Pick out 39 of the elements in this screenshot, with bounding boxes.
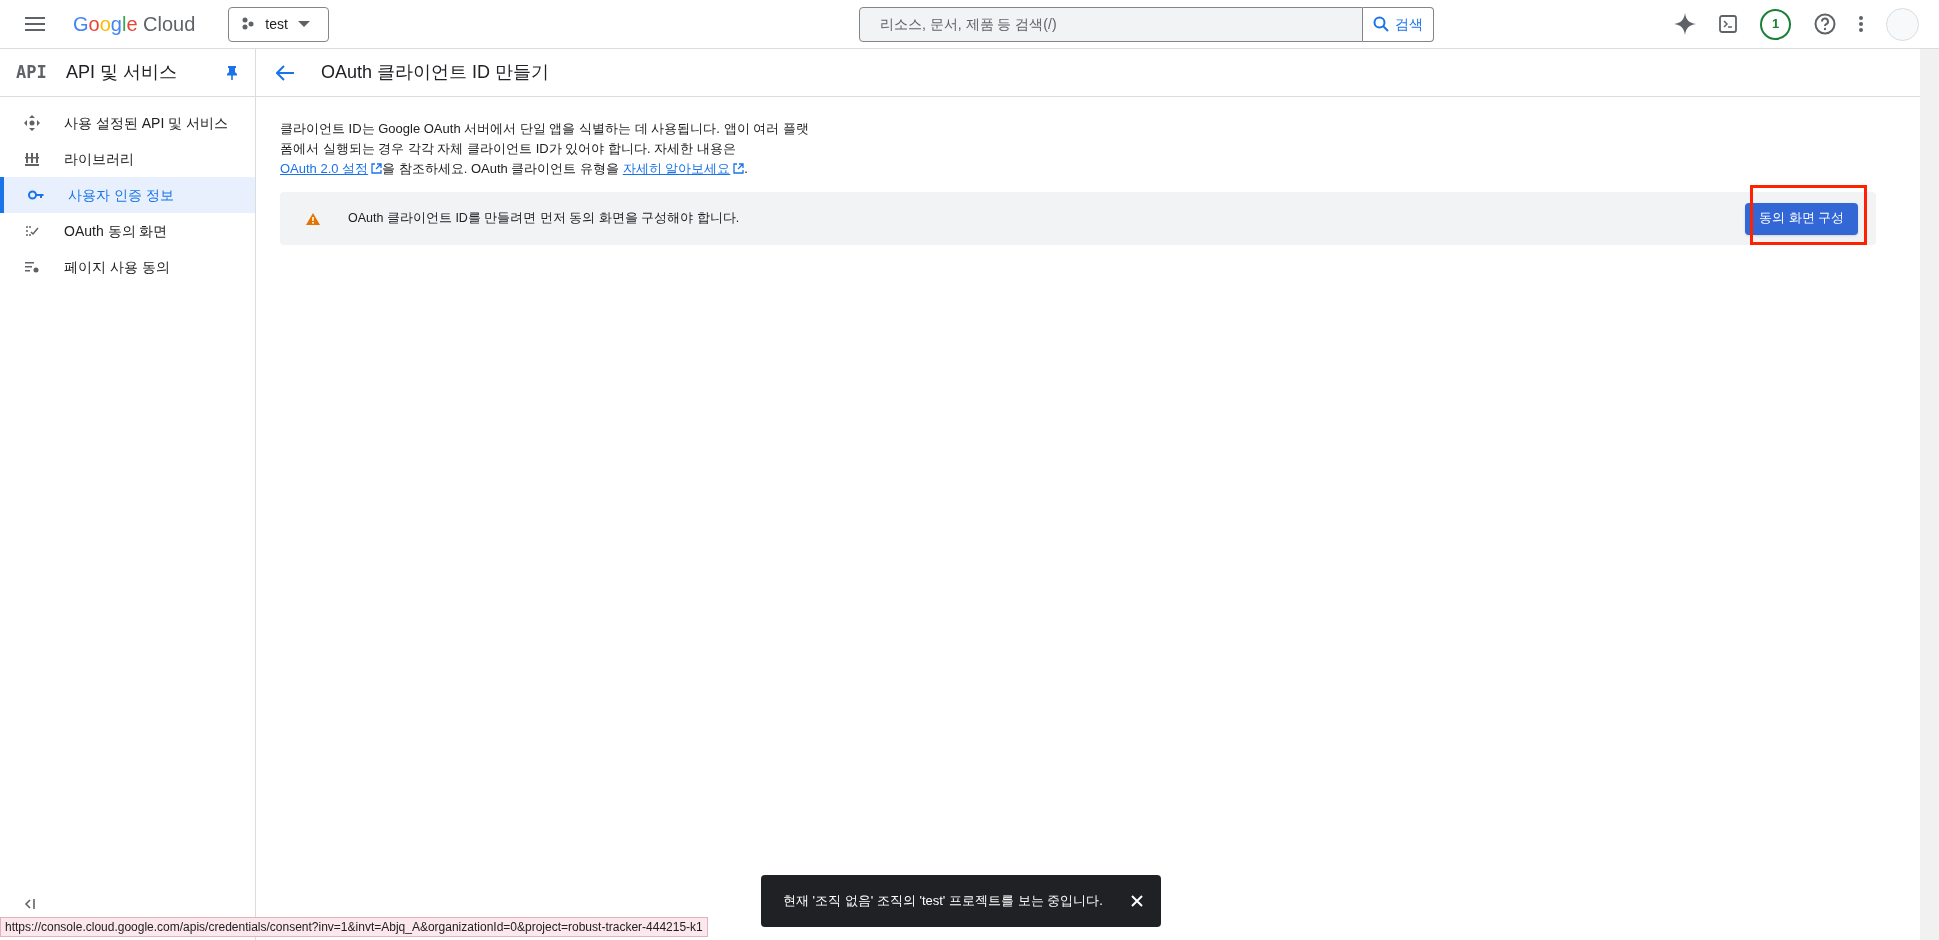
page-title: OAuth 클라이언트 ID 만들기 — [321, 61, 550, 84]
sidebar-item[interactable]: 사용 설정된 API 및 서비스 — [0, 105, 255, 141]
sidebar-title: API 및 서비스 — [66, 61, 178, 84]
help-icon[interactable] — [1814, 13, 1836, 35]
description-text: 클라이언트 ID는 Google OAuth 서버에서 단일 앱을 식별하는 데 사용됩니다. 앱이 여러 플랫폼에서 실행되는 경우 각각 자체 클라이언트 ID가 있어야 합니다. 자세한 내용은 OAuth 2.0 설정 을 참조하세요. OAuth 클라이언트 유형을 자세히 알아보세요 . — [280, 120, 810, 178]
sidebar-item[interactable]: 페이지 사용 동의 — [0, 249, 255, 285]
collapse-icon[interactable] — [24, 898, 36, 910]
sparkle-icon[interactable] — [1674, 13, 1696, 35]
project-picker[interactable]: test — [228, 6, 330, 42]
back-arrow-icon[interactable] — [276, 64, 294, 81]
terminal-icon[interactable] — [1719, 15, 1737, 33]
dotted-check-icon — [24, 223, 40, 239]
snackbar-message: 현재 '조직 없음' 조직의 'test' 프로젝트를 보는 중입니다. — [783, 892, 1104, 911]
list-settings-icon — [24, 259, 40, 275]
google-cloud-logo[interactable]: Google Cloud — [73, 9, 196, 39]
project-dots-icon — [241, 17, 256, 31]
search-field[interactable]: 리소스, 문서, 제품 등 검색(/) — [859, 6, 1363, 42]
external-link-icon — [733, 163, 745, 174]
close-icon[interactable] — [1131, 895, 1143, 907]
status-url: https://console.cloud.google.com/apis/credentials/consent?inv=1&invt=Abjq_A&organizationId=0&project=robust-tracker-444215-k1 — [0, 917, 708, 937]
sidebar-item[interactable]: OAuth 동의 화면 — [0, 213, 255, 249]
sidebar-item[interactable]: 라이브러리 — [0, 141, 255, 177]
external-link-icon — [371, 163, 383, 174]
api-logo: API — [16, 60, 48, 84]
search-icon — [1373, 16, 1389, 32]
dropdown-caret-icon — [297, 21, 310, 27]
library-icon — [24, 151, 40, 167]
menu-icon[interactable] — [25, 17, 45, 31]
notification-badge[interactable]: 1 — [1760, 8, 1791, 40]
external-link[interactable]: OAuth 2.0 설정 — [280, 161, 383, 176]
pin-icon[interactable] — [227, 65, 237, 80]
more-vert-icon[interactable] — [1859, 16, 1863, 32]
configure-consent-button[interactable]: 동의 화면 구성 — [1745, 202, 1858, 235]
sidebar-item[interactable]: 사용자 인증 정보 — [0, 177, 255, 213]
external-link[interactable]: 자세히 알아보세요 — [622, 161, 745, 176]
search-button[interactable]: 검색 — [1363, 6, 1434, 42]
move-arrows-icon — [24, 115, 40, 131]
warning-icon — [306, 212, 320, 225]
warning-message: OAuth 클라이언트 ID를 만들려면 먼저 동의 화면을 구성해야 합니다. — [348, 210, 741, 228]
